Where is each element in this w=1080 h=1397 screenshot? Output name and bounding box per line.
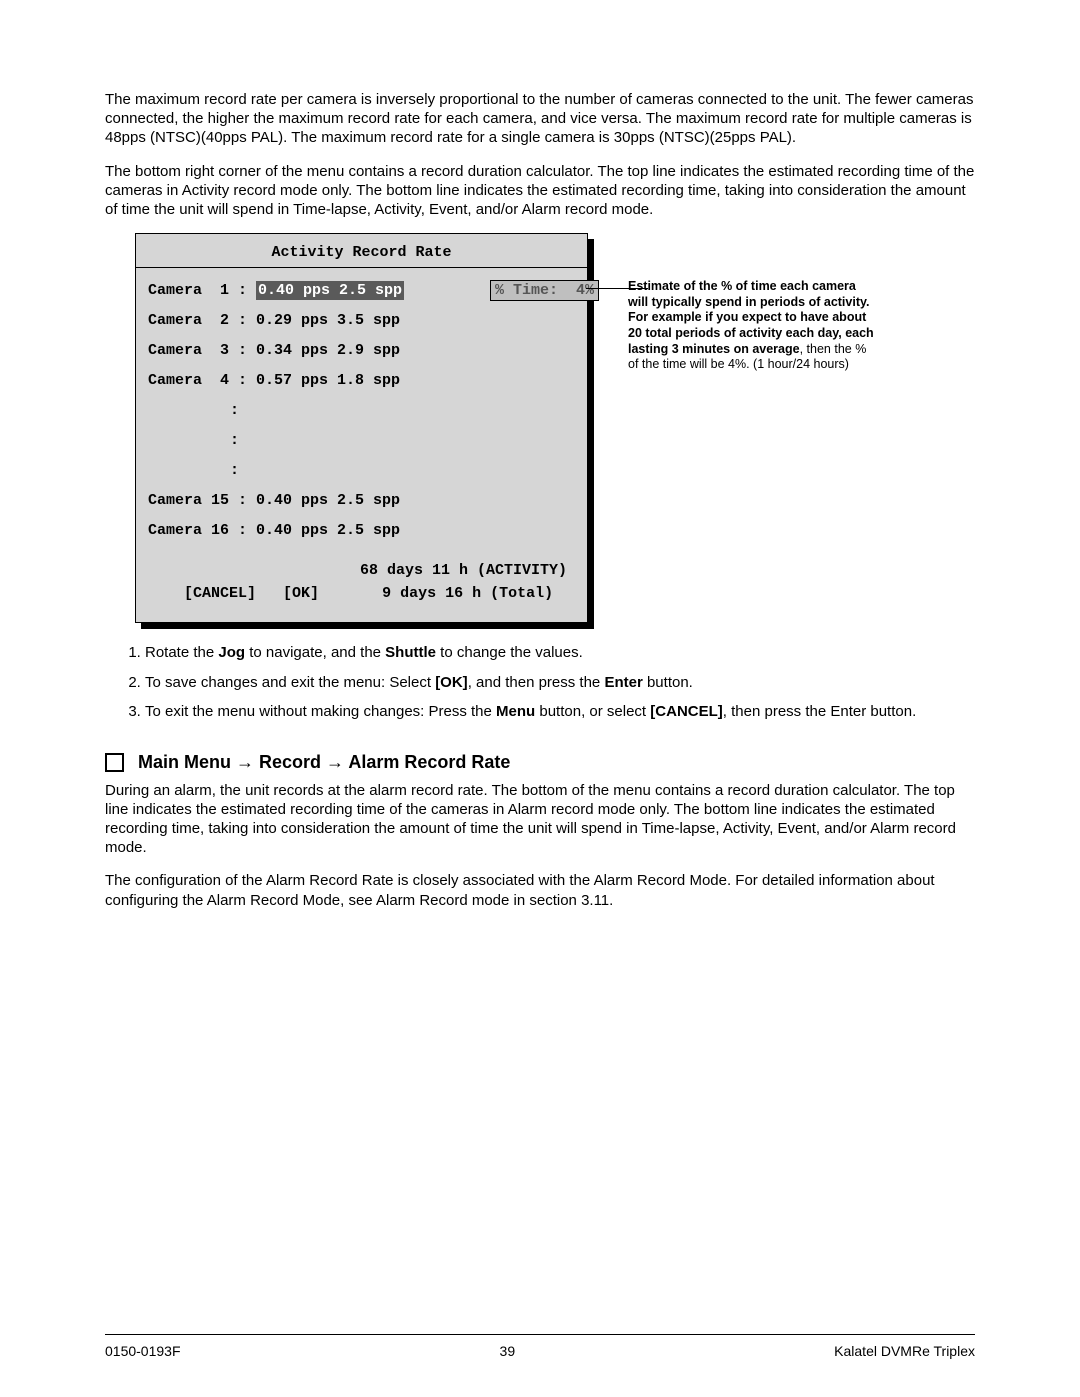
camera-label: Camera 3 : [148,342,256,359]
menu-panel: Activity Record Rate Camera 1 : 0.40 pps… [135,233,588,623]
instruction-item: To exit the menu without making changes:… [145,702,975,722]
instruction-list: Rotate the Jog to navigate, and the Shut… [125,643,975,722]
camera-row: Camera 2 : 0.29 pps 3.5 spp [148,312,575,330]
cancel-button[interactable]: [CANCEL] [184,585,256,602]
section-heading: Main Menu → Record → Alarm Record Rate [105,752,975,773]
camera-label: Camera 15 : [148,492,256,509]
camera-row: Camera 4 : 0.57 pps 1.8 spp [148,372,575,390]
camera-values: 0.40 pps 2.5 spp [256,522,400,539]
camera-label: Camera 2 : [148,312,256,329]
duration-total-line: 9 days 16 h (Total) [382,585,553,602]
instruction-item: Rotate the Jog to navigate, and the Shut… [145,643,975,663]
instruction-item: To save changes and exit the menu: Selec… [145,673,975,693]
footer-page-number: 39 [500,1343,516,1359]
section-paragraph-1: During an alarm, the unit records at the… [105,781,975,858]
row-ellipsis: : [148,462,575,480]
duration-activity-line: 68 days 11 h (ACTIVITY) [148,562,575,579]
footer-product-name: Kalatel DVMRe Triplex [834,1343,975,1359]
intro-paragraph-1: The maximum record rate per camera is in… [105,90,975,148]
camera-label: Camera 16 : [148,522,256,539]
annotation-connector [586,288,648,289]
camera-values: 0.40 pps 2.5 spp [256,492,400,509]
intro-paragraph-2: The bottom right corner of the menu cont… [105,162,975,220]
footer-doc-id: 0150-0193F [105,1343,181,1359]
percent-time-box[interactable]: % Time: 4% [490,280,599,301]
time-annotation: Estimate of the % of time each camera wi… [628,279,878,373]
camera-values[interactable]: 0.40 pps 2.5 spp [256,281,404,300]
menu-title: Activity Record Rate [136,234,587,268]
camera-label: Camera 1 : [148,282,256,299]
camera-values: 0.29 pps 3.5 spp [256,312,400,329]
camera-values: 0.34 pps 2.9 spp [256,342,400,359]
row-ellipsis: : [148,432,575,450]
camera-row: Camera 15 : 0.40 pps 2.5 spp [148,492,575,510]
camera-row: Camera 1 : 0.40 pps 2.5 spp% Time: 4% [148,282,575,300]
footer-rule [105,1334,975,1335]
checkbox-icon [105,753,124,772]
camera-row: Camera 16 : 0.40 pps 2.5 spp [148,522,575,540]
camera-label: Camera 4 : [148,372,256,389]
section-paragraph-2: The configuration of the Alarm Record Ra… [105,871,975,909]
ok-button[interactable]: [OK] [283,585,319,602]
camera-values: 0.57 pps 1.8 spp [256,372,400,389]
row-ellipsis: : [148,402,575,420]
camera-row: Camera 3 : 0.34 pps 2.9 spp [148,342,575,360]
